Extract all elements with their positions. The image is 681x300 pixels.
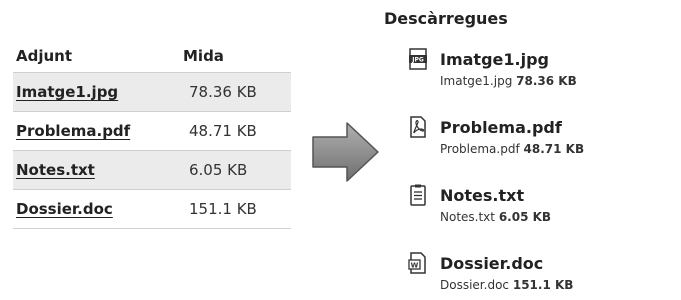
download-item: Notes.txt Notes.txt 6.05 KB <box>408 182 674 224</box>
download-name[interactable]: Problema.pdf <box>440 118 562 137</box>
download-item: W Dossier.doc Dossier.doc 151.1 KB <box>408 250 674 292</box>
svg-text:JPG: JPG <box>411 57 424 64</box>
word-file-icon: W <box>408 252 426 274</box>
download-size: 6.05 KB <box>498 210 552 224</box>
download-size: 151.1 KB <box>512 278 574 292</box>
downloads-panel: Descàrregues JPG Imatge1.jpg Imatge1.jpg… <box>384 8 674 292</box>
pdf-file-icon <box>410 116 426 138</box>
download-name[interactable]: Dossier.doc <box>440 254 543 273</box>
attachment-link[interactable]: Notes.txt <box>16 161 95 179</box>
attachment-link[interactable]: Dossier.doc <box>16 200 113 218</box>
download-detail: Problema.pdf 48.71 KB <box>408 142 674 156</box>
attachment-size: 6.05 KB <box>189 161 248 179</box>
downloads-title: Descàrregues <box>384 9 508 28</box>
jpg-file-icon: JPG <box>409 48 427 70</box>
table-row: Dossier.doc 151.1 KB <box>13 189 291 229</box>
attachment-link[interactable]: Problema.pdf <box>16 122 130 140</box>
table-row: Problema.pdf 48.71 KB <box>13 111 291 150</box>
download-detail: Imatge1.jpg 78.36 KB <box>408 74 674 88</box>
download-filename: Imatge1.jpg <box>440 74 513 88</box>
download-item: JPG Imatge1.jpg Imatge1.jpg 78.36 KB <box>408 46 674 88</box>
download-size: 48.71 KB <box>523 142 585 156</box>
svg-text:W: W <box>411 262 419 270</box>
table-row: Notes.txt 6.05 KB <box>13 150 291 189</box>
attachments-table-header: Adjunt Mida <box>13 40 291 72</box>
download-item: Problema.pdf Problema.pdf 48.71 KB <box>408 114 674 156</box>
right-arrow-icon <box>312 122 379 182</box>
download-name[interactable]: Imatge1.jpg <box>440 50 549 69</box>
download-filename: Notes.txt <box>440 210 495 224</box>
download-detail: Notes.txt 6.05 KB <box>408 210 674 224</box>
attachment-size: 151.1 KB <box>189 200 257 218</box>
attachment-link[interactable]: Imatge1.jpg <box>16 83 118 101</box>
text-file-icon <box>410 184 426 206</box>
attachment-size: 78.36 KB <box>189 83 257 101</box>
column-header-size: Mida <box>183 47 224 65</box>
column-header-name: Adjunt <box>16 47 73 65</box>
download-filename: Problema.pdf <box>440 142 520 156</box>
attachment-size: 48.71 KB <box>189 122 257 140</box>
table-row: Imatge1.jpg 78.36 KB <box>13 72 291 111</box>
download-size: 78.36 KB <box>516 74 577 88</box>
attachments-table: Adjunt Mida Imatge1.jpg 78.36 KB Problem… <box>13 40 291 229</box>
download-detail: Dossier.doc 151.1 KB <box>408 278 674 292</box>
download-filename: Dossier.doc <box>440 278 510 292</box>
download-name[interactable]: Notes.txt <box>440 186 524 205</box>
